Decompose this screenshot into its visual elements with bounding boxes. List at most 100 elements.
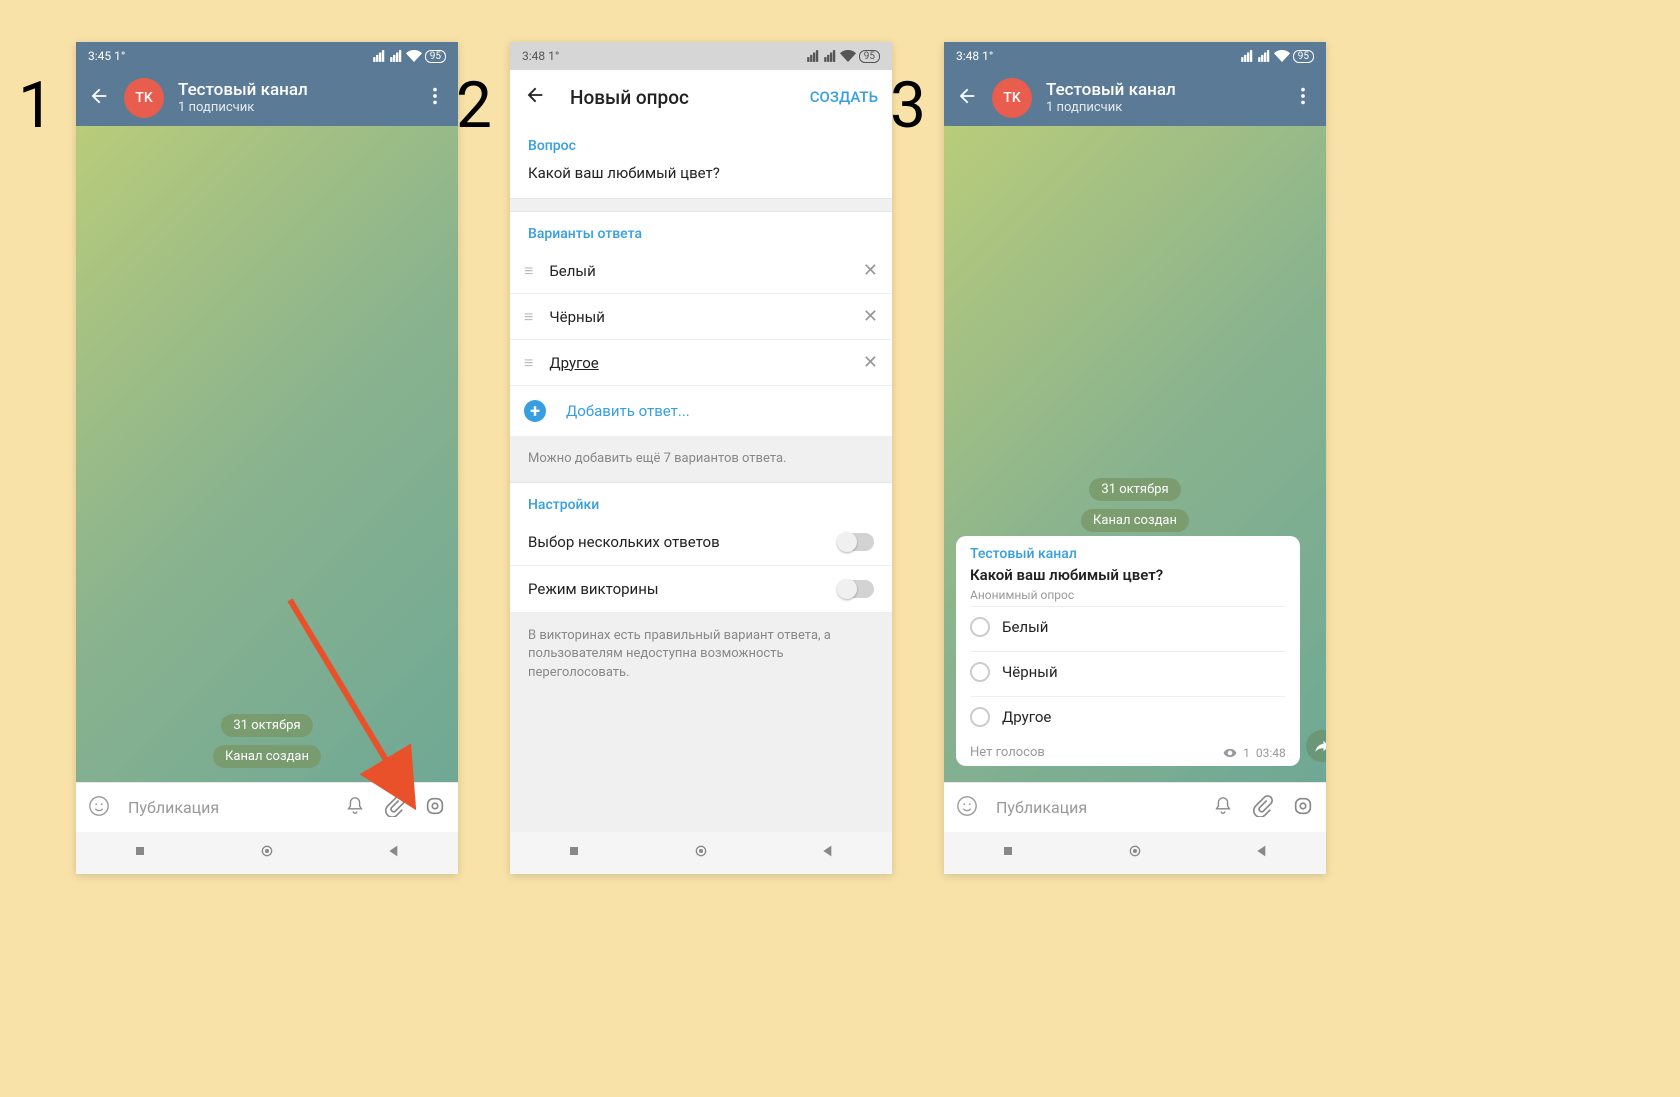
nav-home-icon[interactable] xyxy=(693,843,709,863)
drag-handle-icon[interactable]: ≡ xyxy=(524,358,533,368)
nav-home-icon[interactable] xyxy=(259,843,275,863)
emoji-icon[interactable] xyxy=(88,795,110,821)
clear-option-icon[interactable]: ✕ xyxy=(863,306,878,327)
attach-icon[interactable] xyxy=(384,795,406,821)
nav-back-icon[interactable] xyxy=(386,843,402,863)
android-nav-bar xyxy=(76,832,458,874)
poll-type-label: Анонимный опрос xyxy=(970,588,1286,602)
back-icon[interactable] xyxy=(956,85,978,111)
clear-option-icon[interactable]: ✕ xyxy=(863,352,878,373)
channel-subscribers: 1 подписчик xyxy=(178,100,410,116)
poll-option-input[interactable]: Чёрный xyxy=(549,308,847,326)
poll-option-input[interactable]: Белый xyxy=(549,262,847,280)
emoji-icon[interactable] xyxy=(956,795,978,821)
poll-option-input[interactable]: Другое xyxy=(549,354,847,372)
status-bar: 3:48 1° 95 xyxy=(944,42,1326,70)
poll-option-row[interactable]: ≡ Белый ✕ xyxy=(510,248,892,294)
options-remaining-hint: Можно добавить ещё 7 вариантов ответа. xyxy=(510,436,892,482)
phone-screen-3: 3:48 1° 95 TK Тестовый канал 1 подписчик… xyxy=(944,42,1326,874)
header-titles[interactable]: Тестовый канал 1 подписчик xyxy=(178,80,410,116)
more-icon[interactable] xyxy=(1292,85,1314,111)
poll-message-bubble[interactable]: Тестовый канал Какой ваш любимый цвет? А… xyxy=(956,536,1300,766)
answers-section-label: Варианты ответа xyxy=(510,212,892,248)
channel-title: Тестовый канал xyxy=(178,80,410,100)
radio-icon xyxy=(970,617,990,637)
poll-vote-option[interactable]: Другое xyxy=(970,696,1286,737)
multiple-answers-label: Выбор нескольких ответов xyxy=(528,533,720,551)
poll-question: Какой ваш любимый цвет? xyxy=(970,566,1286,584)
status-icons: 95 xyxy=(1240,48,1314,64)
back-icon[interactable] xyxy=(88,85,110,111)
quiz-mode-toggle[interactable] xyxy=(838,580,874,598)
poll-editor-title: Новый опрос xyxy=(570,86,786,109)
status-time: 3:45 1° xyxy=(88,49,125,63)
phone-screen-2: 3:48 1° 95 Новый опрос СОЗДАТЬ Вопрос Ка… xyxy=(510,42,892,874)
drag-handle-icon[interactable]: ≡ xyxy=(524,266,533,276)
status-icons: 95 xyxy=(806,48,880,64)
poll-votes-count: Нет голосов xyxy=(970,745,1045,760)
plus-icon: + xyxy=(524,400,546,422)
channel-avatar[interactable]: TK xyxy=(124,78,164,118)
poll-channel-name: Тестовый канал xyxy=(970,546,1286,562)
step-label-1: 1 xyxy=(18,68,54,143)
drag-handle-icon[interactable]: ≡ xyxy=(524,312,533,322)
date-badge: 31 октября xyxy=(1089,478,1180,501)
quiz-hint: В викторинах есть правильный вариант отв… xyxy=(510,613,892,696)
android-nav-bar xyxy=(944,832,1326,874)
create-button[interactable]: СОЗДАТЬ xyxy=(810,88,878,106)
poll-option-row[interactable]: ≡ Другое ✕ xyxy=(510,340,892,386)
status-bar: 3:45 1° 95 xyxy=(76,42,458,70)
message-input[interactable]: Публикация xyxy=(996,798,1194,817)
message-input-bar: Публикация xyxy=(76,782,458,832)
back-icon[interactable] xyxy=(524,84,546,110)
system-message: Канал создан xyxy=(213,745,321,768)
quiz-mode-row[interactable]: Режим викторины xyxy=(510,566,892,613)
radio-icon xyxy=(970,707,990,727)
message-input[interactable]: Публикация xyxy=(128,798,326,817)
status-time: 3:48 1° xyxy=(956,49,993,63)
radio-icon xyxy=(970,662,990,682)
settings-section-label: Настройки xyxy=(510,482,892,519)
more-icon[interactable] xyxy=(424,85,446,111)
poll-vote-option[interactable]: Белый xyxy=(970,606,1286,647)
chat-area[interactable]: 31 октября Канал создан Тестовый канал К… xyxy=(944,126,1326,782)
message-meta: 1 03:48 xyxy=(1223,746,1286,760)
poll-vote-option[interactable]: Чёрный xyxy=(970,651,1286,692)
step-label-2: 2 xyxy=(456,68,492,143)
nav-home-icon[interactable] xyxy=(1127,843,1143,863)
clear-option-icon[interactable]: ✕ xyxy=(863,260,878,281)
schedule-icon[interactable] xyxy=(424,795,446,821)
quiz-mode-label: Режим викторины xyxy=(528,580,659,598)
chat-header[interactable]: TK Тестовый канал 1 подписчик xyxy=(76,70,458,126)
nav-back-icon[interactable] xyxy=(820,843,836,863)
share-button[interactable] xyxy=(1306,730,1326,762)
channel-subscribers: 1 подписчик xyxy=(1046,100,1278,116)
system-message: Канал создан xyxy=(1081,509,1189,532)
status-icons: 95 xyxy=(372,48,446,64)
mute-icon[interactable] xyxy=(344,795,366,821)
nav-back-icon[interactable] xyxy=(1254,843,1270,863)
message-input-bar: Публикация xyxy=(944,782,1326,832)
channel-avatar[interactable]: TK xyxy=(992,78,1032,118)
poll-option-row[interactable]: ≡ Чёрный ✕ xyxy=(510,294,892,340)
date-badge: 31 октября xyxy=(221,714,312,737)
step-label-3: 3 xyxy=(890,68,926,143)
question-input[interactable]: Какой ваш любимый цвет? xyxy=(510,160,892,198)
multiple-answers-row[interactable]: Выбор нескольких ответов xyxy=(510,519,892,566)
nav-recents-icon[interactable] xyxy=(566,843,582,863)
chat-area[interactable]: 31 октября Канал создан xyxy=(76,126,458,782)
nav-recents-icon[interactable] xyxy=(1000,843,1016,863)
android-nav-bar xyxy=(510,832,892,874)
nav-recents-icon[interactable] xyxy=(132,843,148,863)
header-titles[interactable]: Тестовый канал 1 подписчик xyxy=(1046,80,1278,116)
attach-icon[interactable] xyxy=(1252,795,1274,821)
chat-header[interactable]: TK Тестовый канал 1 подписчик xyxy=(944,70,1326,126)
question-section-label: Вопрос xyxy=(510,124,892,160)
schedule-icon[interactable] xyxy=(1292,795,1314,821)
mute-icon[interactable] xyxy=(1212,795,1234,821)
multiple-answers-toggle[interactable] xyxy=(838,533,874,551)
status-time: 3:48 1° xyxy=(522,49,559,63)
poll-editor-header: Новый опрос СОЗДАТЬ xyxy=(510,70,892,124)
add-option-button[interactable]: + Добавить ответ... xyxy=(510,386,892,436)
status-bar: 3:48 1° 95 xyxy=(510,42,892,70)
